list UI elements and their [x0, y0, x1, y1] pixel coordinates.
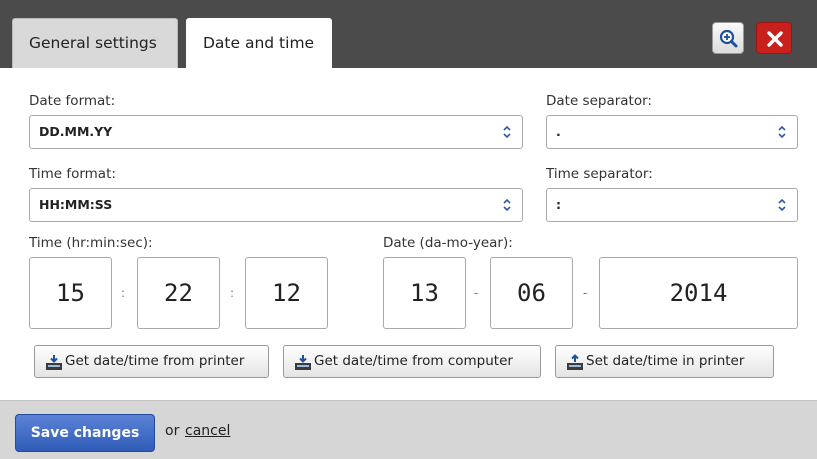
zoom-button[interactable] — [712, 22, 744, 54]
date-separator-label: Date separator: — [546, 93, 652, 109]
or-text: or — [165, 423, 180, 439]
printer-download-icon — [295, 355, 311, 370]
up-down-chevron-icon — [503, 198, 511, 212]
time-format-value: HH:MM:SS — [39, 197, 113, 212]
tab-date-and-time[interactable]: Date and time — [186, 18, 332, 68]
cancel-link[interactable]: cancel — [185, 423, 230, 439]
printer-download-icon — [46, 355, 62, 370]
time-colon: : — [230, 286, 235, 300]
set-in-printer-label: Set date/time in printer — [586, 353, 745, 369]
time-separator-label: Time separator: — [546, 166, 653, 182]
zoom-icon — [719, 29, 738, 48]
time-colon: : — [121, 286, 126, 300]
footer: Save changes or cancel — [0, 400, 817, 459]
hour-input[interactable]: 15 — [29, 257, 112, 329]
time-format-label: Time format: — [29, 166, 116, 182]
get-from-printer-button[interactable]: Get date/time from printer — [34, 345, 269, 378]
time-format-select[interactable]: HH:MM:SS — [29, 188, 523, 222]
year-input[interactable]: 2014 — [599, 257, 798, 329]
day-input[interactable]: 13 — [383, 257, 466, 329]
tab-general-settings[interactable]: General settings — [12, 18, 178, 68]
printer-upload-icon — [567, 354, 583, 370]
date-format-value: DD.MM.YY — [39, 124, 113, 139]
date-separator-value: . — [556, 124, 561, 139]
close-icon — [767, 31, 783, 47]
time-label: Time (hr:min:sec): — [29, 235, 153, 251]
tab-bar: General settings Date and time — [0, 0, 817, 68]
month-input[interactable]: 06 — [490, 257, 573, 329]
get-from-computer-button[interactable]: Get date/time from computer — [283, 345, 541, 378]
date-separator-select[interactable]: . — [546, 115, 798, 149]
close-button[interactable] — [756, 22, 792, 54]
date-format-label: Date format: — [29, 93, 116, 109]
up-down-chevron-icon — [778, 125, 786, 139]
minute-input[interactable]: 22 — [137, 257, 220, 329]
up-down-chevron-icon — [778, 198, 786, 212]
date-label: Date (da-mo-year): — [383, 235, 513, 251]
time-separator-value: : — [556, 197, 561, 212]
date-dash: - — [583, 286, 588, 300]
set-in-printer-button[interactable]: Set date/time in printer — [555, 345, 774, 378]
get-from-computer-label: Get date/time from computer — [314, 353, 513, 369]
date-dash: - — [474, 286, 479, 300]
time-separator-select[interactable]: : — [546, 188, 798, 222]
date-format-select[interactable]: DD.MM.YY — [29, 115, 523, 149]
second-input[interactable]: 12 — [245, 257, 328, 329]
get-from-printer-label: Get date/time from printer — [65, 353, 245, 369]
up-down-chevron-icon — [503, 125, 511, 139]
save-changes-button[interactable]: Save changes — [15, 414, 155, 452]
